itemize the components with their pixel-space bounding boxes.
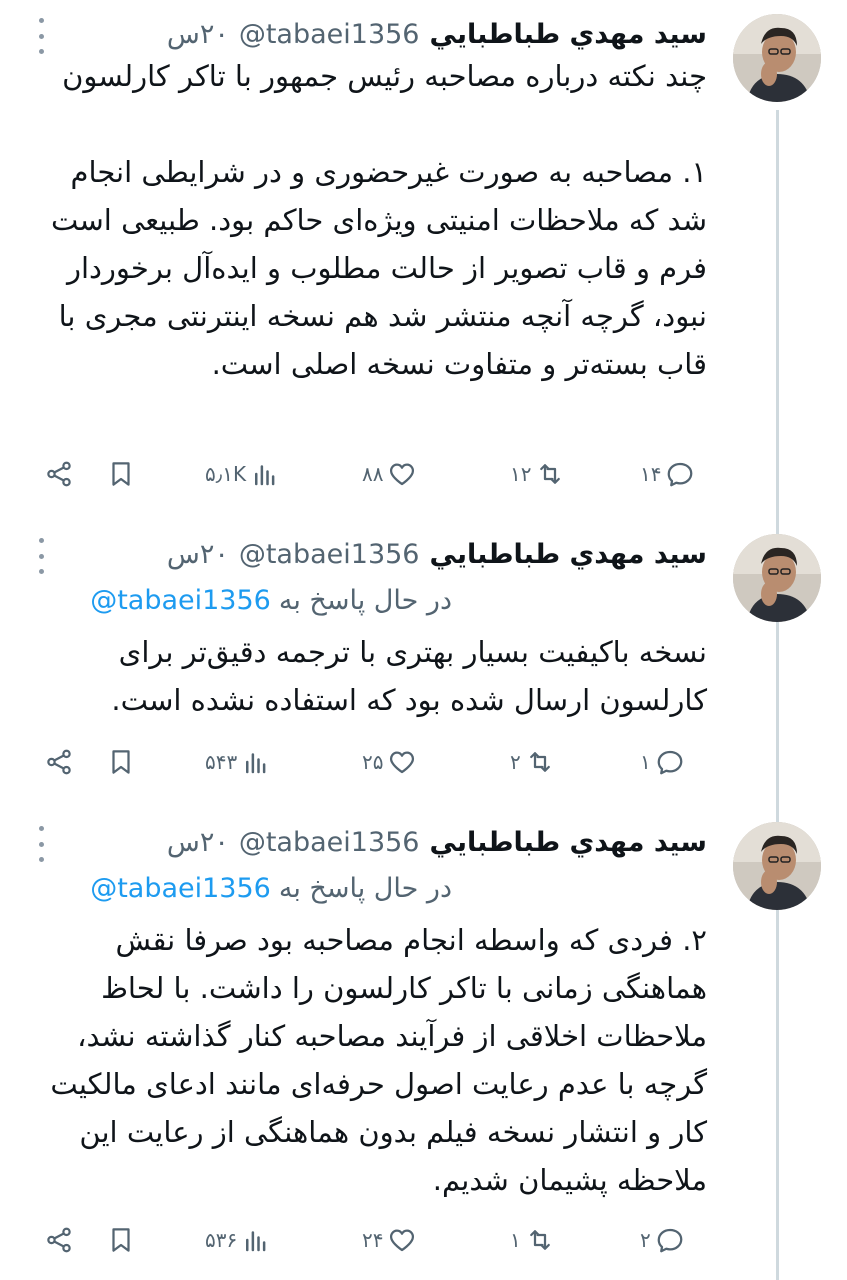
views-count: ۵۴۳	[205, 750, 238, 774]
tweet-time[interactable]: ۲۰س	[167, 19, 229, 50]
tweet-1[interactable]: سيد مهدي طباطبايي @tabaei1356 ۲۰س چند نک…	[0, 0, 847, 510]
author-name[interactable]: سيد مهدي طباطبايي	[430, 539, 708, 570]
author-name[interactable]: سيد مهدي طباطبايي	[430, 827, 708, 858]
reply-icon	[657, 1228, 683, 1253]
author-name[interactable]: سيد مهدي طباطبايي	[430, 19, 708, 50]
retweet-icon	[540, 464, 561, 484]
reply-button[interactable]: ۲	[640, 1220, 685, 1260]
share-icon	[47, 461, 71, 487]
tweet-text: ۲. فردی که واسطه انجام مصاحبه بود صرفا ن…	[50, 923, 707, 1197]
tweet-time[interactable]: ۲۰س	[167, 539, 229, 570]
share-button[interactable]	[44, 454, 74, 494]
share-button[interactable]	[44, 1220, 74, 1260]
replying-to-mention[interactable]: @tabaei1356	[90, 585, 271, 616]
tweet-header: سيد مهدي طباطبايي @tabaei1356 ۲۰س	[167, 14, 707, 54]
bookmark-button[interactable]	[106, 454, 136, 494]
more-icon[interactable]	[34, 538, 48, 574]
action-bar: ۱۴ ۱۲ ۸۸ ۵٫۱K	[0, 454, 847, 494]
views-button[interactable]: ۵٫۱K	[205, 454, 280, 494]
share-button[interactable]	[44, 742, 74, 782]
like-button[interactable]: ۲۵	[362, 742, 417, 782]
share-icon	[47, 1227, 71, 1253]
tweet-3[interactable]: سيد مهدي طباطبايي @tabaei1356 ۲۰س در حال…	[0, 808, 847, 1280]
tweet-time[interactable]: ۲۰س	[167, 827, 229, 858]
avatar[interactable]	[733, 822, 821, 910]
retweet-count: ۱	[510, 1228, 521, 1252]
views-icon	[255, 465, 275, 486]
views-icon	[246, 753, 266, 774]
more-icon[interactable]	[34, 826, 48, 862]
retweet-button[interactable]: ۱	[510, 1220, 555, 1260]
author-handle[interactable]: @tabaei1356	[239, 19, 420, 50]
views-button[interactable]: ۵۳۶	[205, 1220, 271, 1260]
replying-to: در حال پاسخ به @tabaei1356	[90, 580, 452, 620]
tweet-header: سيد مهدي طباطبايي @tabaei1356 ۲۰س	[167, 534, 707, 574]
avatar[interactable]	[733, 534, 821, 622]
reply-button[interactable]: ۱	[640, 742, 685, 782]
bookmark-icon	[112, 462, 130, 486]
like-button[interactable]: ۲۴	[362, 1220, 417, 1260]
reply-icon	[657, 750, 683, 775]
retweet-button[interactable]: ۱۲	[510, 454, 565, 494]
retweet-count: ۱۲	[510, 462, 532, 486]
replying-to-label: در حال پاسخ به	[278, 872, 452, 904]
action-bar: ۱ ۲ ۲۵ ۵۴۳	[0, 742, 847, 782]
avatar-photo	[733, 534, 821, 622]
retweet-icon	[529, 752, 550, 772]
author-handle[interactable]: @tabaei1356	[239, 827, 420, 858]
heart-icon	[390, 1229, 415, 1252]
like-count: ۲۴	[362, 1228, 384, 1252]
reply-count: ۱	[640, 750, 651, 774]
replying-to-mention[interactable]: @tabaei1356	[90, 873, 271, 904]
replying-to: در حال پاسخ به @tabaei1356	[90, 868, 452, 908]
heart-icon	[390, 463, 415, 486]
action-bar: ۲ ۱ ۲۴ ۵۳۶	[0, 1220, 847, 1260]
bookmark-button[interactable]	[106, 1220, 136, 1260]
tweet-text: نسخه باکیفیت بسیار بهتری با ترجمه دقیق‌ت…	[111, 635, 707, 717]
views-icon	[246, 1231, 266, 1252]
tweet-text: چند نکته درباره مصاحبه رئیس جمهور با تاک…	[51, 59, 707, 381]
like-button[interactable]: ۸۸	[362, 454, 417, 494]
author-handle[interactable]: @tabaei1356	[239, 539, 420, 570]
views-count: ۵۳۶	[205, 1228, 238, 1252]
bookmark-button[interactable]	[106, 742, 136, 782]
avatar-photo	[733, 14, 821, 102]
avatar[interactable]	[733, 14, 821, 102]
views-count: ۵٫۱K	[205, 462, 247, 486]
retweet-button[interactable]: ۲	[510, 742, 555, 782]
avatar-photo	[733, 822, 821, 910]
replying-to-label: در حال پاسخ به	[278, 584, 452, 616]
views-button[interactable]: ۵۴۳	[205, 742, 271, 782]
share-icon	[47, 749, 71, 775]
more-icon[interactable]	[34, 18, 48, 54]
tweet-header: سيد مهدي طباطبايي @tabaei1356 ۲۰س	[167, 822, 707, 862]
tweet-thread: سيد مهدي طباطبايي @tabaei1356 ۲۰س چند نک…	[0, 0, 847, 1280]
heart-icon	[390, 751, 415, 774]
bookmark-icon	[112, 1228, 130, 1252]
tweet-2[interactable]: سيد مهدي طباطبايي @tabaei1356 ۲۰س در حال…	[0, 520, 847, 805]
reply-icon	[668, 462, 693, 487]
like-count: ۲۵	[362, 750, 384, 774]
reply-count: ۱۴	[640, 462, 662, 486]
bookmark-icon	[112, 750, 130, 774]
reply-count: ۲	[640, 1228, 651, 1252]
retweet-icon	[529, 1230, 550, 1250]
retweet-count: ۲	[510, 750, 521, 774]
like-count: ۸۸	[362, 462, 384, 486]
reply-button[interactable]: ۱۴	[640, 454, 695, 494]
